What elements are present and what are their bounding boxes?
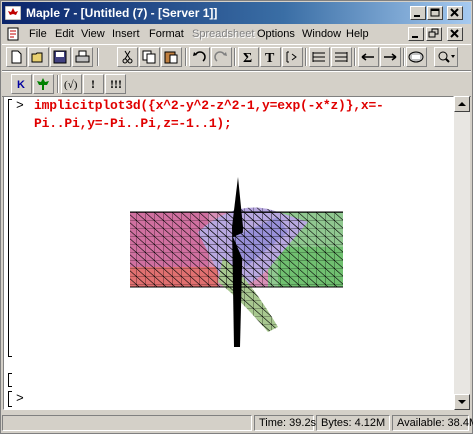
- minimize-button[interactable]: [410, 6, 426, 20]
- redo-icon[interactable]: [211, 47, 232, 67]
- maximize-button[interactable]: [427, 6, 443, 20]
- toolbar-separator: [234, 48, 236, 66]
- k-button[interactable]: K: [11, 74, 32, 94]
- paren-label: (√): [64, 79, 78, 91]
- toolbar-separator: [57, 75, 59, 93]
- arrow-left-icon[interactable]: [358, 47, 379, 67]
- open-folder-icon[interactable]: [28, 47, 49, 67]
- menu-bar: File Edit View Insert Format Spreadsheet…: [2, 25, 471, 43]
- text-icon[interactable]: T: [260, 47, 281, 67]
- insert-prompt-icon[interactable]: [282, 47, 303, 67]
- sigma-icon[interactable]: Σ: [238, 47, 259, 67]
- menu-spreadsheet[interactable]: Spreadsheet: [192, 28, 254, 40]
- doc-close-button[interactable]: [447, 27, 463, 41]
- app-window: Maple 7 - [Untitled (7) - [Server 1]] Fi…: [0, 0, 473, 434]
- worksheet[interactable]: > implicitplot3d({x^2-y^2-z^2-1,y=exp(-x…: [3, 96, 454, 410]
- command-line-1[interactable]: implicitplot3d({x^2-y^2-z^2-1,y=exp(-x*z…: [34, 98, 384, 113]
- maple-leaf-icon: [4, 5, 22, 21]
- toolbar-separator: [185, 48, 187, 66]
- cut-icon[interactable]: [117, 47, 138, 67]
- exec-group-icon[interactable]: [309, 47, 330, 67]
- toolbar-separator: [354, 48, 356, 66]
- excl3-label: !!!: [110, 77, 122, 91]
- doc-restore-button[interactable]: [426, 27, 442, 41]
- menu-insert[interactable]: Insert: [112, 28, 140, 40]
- context-toolbar: K (√) ! !!!: [2, 71, 471, 97]
- menu-help[interactable]: Help: [346, 28, 369, 40]
- excl-label: !: [91, 77, 95, 91]
- scroll-up-button[interactable]: [454, 96, 470, 112]
- input-prompt: >: [16, 98, 24, 113]
- execute-all-button[interactable]: !!!: [105, 74, 126, 94]
- k-label: K: [17, 79, 25, 91]
- status-bar: Time: 39.2s Bytes: 4.12M Available: 38.4…: [2, 413, 473, 432]
- save-icon[interactable]: [50, 47, 71, 67]
- svg-text:T: T: [265, 51, 275, 65]
- menu-file[interactable]: File: [29, 28, 47, 40]
- document-icon[interactable]: [6, 27, 20, 44]
- undo-icon[interactable]: [189, 47, 210, 67]
- title-bar[interactable]: Maple 7 - [Untitled (7) - [Server 1]]: [2, 2, 471, 24]
- menu-window[interactable]: Window: [302, 28, 341, 40]
- window-title: Maple 7 - [Untitled (7) - [Server 1]]: [26, 6, 218, 20]
- scroll-down-button[interactable]: [454, 394, 470, 410]
- status-time: Time: 39.2s: [254, 415, 316, 431]
- status-available: Available: 38.4M: [392, 415, 473, 431]
- maple-leaf-button[interactable]: [33, 74, 54, 94]
- empty-prompt: >: [16, 391, 24, 406]
- menu-format[interactable]: Format: [149, 28, 184, 40]
- implicit-plot-3d[interactable]: [128, 157, 348, 357]
- doc-minimize-button[interactable]: [408, 27, 424, 41]
- execute-button[interactable]: !: [83, 74, 104, 94]
- toolbar-separator: [305, 48, 307, 66]
- exec-region-icon[interactable]: [331, 47, 352, 67]
- status-bytes: Bytes: 4.12M: [316, 415, 390, 431]
- close-button[interactable]: [447, 6, 463, 20]
- svg-text:Σ: Σ: [243, 51, 252, 65]
- stop-icon[interactable]: [406, 47, 427, 67]
- empty-group-bracket[interactable]: [8, 373, 12, 387]
- status-message: [2, 415, 252, 431]
- print-icon[interactable]: [72, 47, 93, 67]
- menu-view[interactable]: View: [81, 28, 105, 40]
- zoom-dropdown[interactable]: [434, 47, 458, 67]
- copy-icon[interactable]: [139, 47, 160, 67]
- command-line-2[interactable]: Pi..Pi,y=-Pi..Pi,z=-1..1);: [34, 116, 232, 131]
- empty-group-bracket[interactable]: [8, 391, 12, 407]
- paste-icon[interactable]: [161, 47, 182, 67]
- new-file-icon[interactable]: [6, 47, 27, 67]
- menu-edit[interactable]: Edit: [55, 28, 74, 40]
- main-toolbar: Σ T: [2, 44, 471, 71]
- vertical-scrollbar[interactable]: [454, 96, 470, 410]
- parenthesis-button[interactable]: (√): [61, 74, 82, 94]
- menu-options[interactable]: Options: [257, 28, 295, 40]
- execution-group-bracket[interactable]: [8, 99, 12, 357]
- toolbar-separator: [97, 48, 99, 66]
- toolbar-separator: [403, 48, 405, 66]
- arrow-right-icon[interactable]: [380, 47, 401, 67]
